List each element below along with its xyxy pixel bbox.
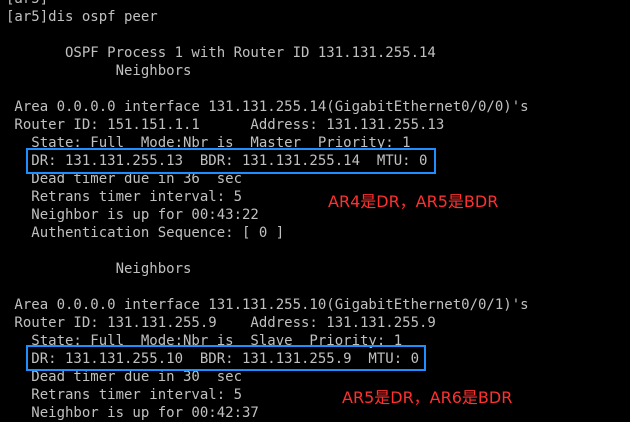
terminal-line: Router ID: 131.131.255.9 Address: 131.13… [6, 315, 436, 331]
terminal-line: OSPF Process 1 with Router ID 131.131.25… [6, 45, 436, 61]
terminal-line: Retrans timer interval: 5 [6, 387, 243, 403]
dr-bdr-highlight-box [26, 148, 436, 174]
terminal-line: [ar5]dis ospf peer [6, 9, 158, 25]
dr-bdr-annotation: AR5是DR，AR6是BDR [342, 388, 513, 407]
terminal-line: Area 0.0.0.0 interface 131.131.255.14(Gi… [6, 99, 529, 115]
dr-bdr-annotation: AR4是DR，AR5是BDR [328, 192, 499, 211]
terminal-line: Neighbor is up for 00:43:22 [6, 207, 259, 223]
terminal-line: Router ID: 151.151.1.1 Address: 131.131.… [6, 117, 445, 133]
terminal-line: Authentication Sequence: [ 0 ] [6, 225, 285, 241]
terminal-line: [ar5] [6, 0, 48, 8]
terminal-line: Neighbor is up for 00:42:37 [6, 405, 259, 421]
terminal-line: Neighbors [6, 261, 192, 277]
dr-bdr-highlight-box [26, 345, 426, 371]
terminal-line: Neighbors [6, 63, 192, 79]
terminal-line: Area 0.0.0.0 interface 131.131.255.10(Gi… [6, 297, 529, 313]
terminal-line: Retrans timer interval: 5 [6, 189, 243, 205]
terminal-window[interactable]: [ar5] [ar5]dis ospf peer OSPF Process 1 … [0, 0, 630, 421]
